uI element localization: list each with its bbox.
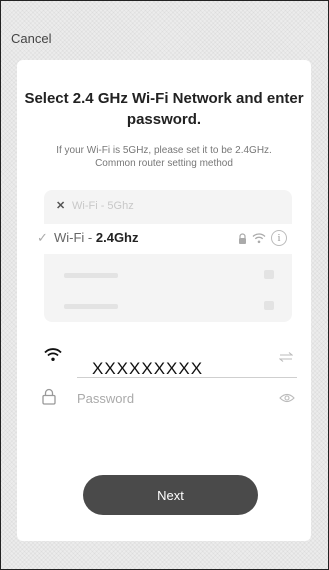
network-name-prefix: Wi-Fi - bbox=[54, 230, 96, 245]
dialog-title: Select 2.4 GHz Wi-Fi Network and enter p… bbox=[24, 90, 304, 128]
wifi-setup-card: Select 2.4 GHz Wi-Fi Network and enter p… bbox=[17, 60, 311, 541]
dialog-subtitle: If your Wi-Fi is 5GHz, please set it to … bbox=[56, 145, 272, 169]
ssid-field[interactable]: XXXXXXXXX bbox=[92, 359, 203, 379]
swap-network-icon[interactable] bbox=[279, 352, 293, 362]
network-row-5ghz[interactable]: ✕ Wi-Fi - 5Ghz bbox=[44, 192, 292, 222]
lock-icon bbox=[42, 388, 56, 405]
unsupported-x-icon: ✕ bbox=[56, 200, 66, 212]
ssid-underline bbox=[77, 377, 297, 378]
network-label-placeholder bbox=[64, 273, 118, 278]
wifi-icon bbox=[44, 348, 62, 361]
wifi-signal-icon bbox=[252, 233, 266, 244]
next-button[interactable]: Next bbox=[83, 475, 258, 515]
cancel-button[interactable]: Cancel bbox=[11, 31, 51, 46]
checkmark-icon: ✓ bbox=[37, 230, 48, 245]
network-label-5ghz: Wi-Fi - 5Ghz bbox=[72, 200, 134, 212]
network-row-24ghz[interactable]: ✓ Wi-Fi - 2.4Ghz i bbox=[37, 224, 292, 254]
network-icon-placeholder bbox=[264, 270, 274, 279]
password-input[interactable] bbox=[77, 389, 267, 407]
network-row-hidden[interactable] bbox=[44, 291, 292, 321]
info-icon[interactable]: i bbox=[271, 230, 287, 246]
network-label-24ghz: Wi-Fi - 2.4Ghz bbox=[54, 230, 139, 245]
network-list: ✕ Wi-Fi - 5Ghz ✓ Wi-Fi - 2.4Ghz i bbox=[37, 190, 292, 322]
network-band: 2.4Ghz bbox=[95, 230, 139, 245]
eye-icon[interactable] bbox=[279, 393, 295, 403]
network-label-placeholder bbox=[64, 304, 118, 309]
network-icon-placeholder bbox=[264, 301, 274, 310]
lock-icon bbox=[239, 233, 246, 244]
network-row-hidden[interactable] bbox=[44, 260, 292, 290]
